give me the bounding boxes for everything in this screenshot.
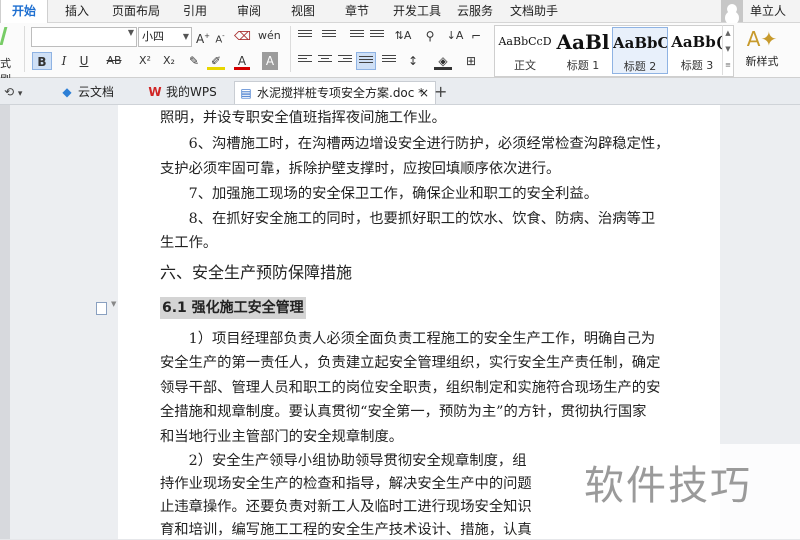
chevron-down-icon[interactable]: ▼: [128, 28, 134, 37]
user-name[interactable]: 单立人: [750, 0, 786, 22]
cloud-doc-icon: ◆: [62, 85, 72, 99]
section-heading: 六、安全生产预防保障措施: [160, 263, 353, 282]
subscript-icon[interactable]: X₂: [160, 52, 178, 70]
tab-page-layout[interactable]: 页面布局: [108, 0, 164, 22]
char-shading-icon[interactable]: A: [262, 52, 278, 70]
highlight-icon[interactable]: ✎: [186, 52, 202, 70]
chevron-down-icon[interactable]: ▼: [111, 300, 116, 308]
grow-font-icon[interactable]: A+: [195, 27, 211, 46]
style-heading-1[interactable]: AaBl 标题 1: [555, 27, 611, 74]
justify-icon[interactable]: [356, 52, 376, 70]
watermark: 软件技巧: [568, 444, 800, 539]
style-normal[interactable]: AaBbCcD 正文: [497, 27, 553, 74]
bold-icon[interactable]: B: [32, 52, 52, 70]
ribbon: 式刷 ▼ 小四 ▼ A+ A- ⌫ wén B I U AB X² X₂ ✎ ✐…: [0, 23, 800, 86]
sort-icon[interactable]: ↓A: [446, 27, 464, 45]
paragraph-layout-icon[interactable]: [96, 302, 107, 315]
format-painter-button[interactable]: 式刷: [0, 23, 20, 86]
paragraph-line: 7、加强施工现场的安全保卫工作，确保企业和职工的安全利益。: [160, 186, 598, 202]
increase-indent-icon[interactable]: [370, 30, 384, 42]
document-tab-bar: ⟲ ▾ ◆云文档 × W我的WPS ▤水泥搅拌桩专项安全方案.doc * × +: [0, 78, 800, 176]
paragraph-line: 6、沟槽施工时，在沟槽两边增设安全进行防护，必须经常检查沟辟稳定性，: [160, 136, 670, 152]
paragraph-line: 安全生产的第一责任人，负责建立起安全管理组织，实行安全生产责任制，确定: [160, 355, 661, 371]
paragraph-line: 8、在抓好安全施工的同时，也要抓好职工的饮水、饮食、防病、治病等卫: [160, 211, 656, 227]
align-left-icon[interactable]: [298, 55, 312, 67]
bullet-list-icon[interactable]: [298, 30, 312, 42]
strikethrough-icon[interactable]: AB: [104, 52, 124, 70]
avatar[interactable]: [721, 0, 743, 22]
tab-view[interactable]: 视图: [280, 0, 326, 22]
format-painter-icon: [0, 27, 20, 45]
numbered-list-icon[interactable]: [322, 30, 336, 42]
line-spacing-icon[interactable]: ↕: [404, 52, 422, 70]
font-size-value: 小四: [142, 30, 164, 43]
subsection-heading: 6.1 强化施工安全管理: [160, 297, 306, 319]
paragraph-line: 支护必须牢固可靠，拆除护壁支撑时，应按回填顺序依次进行。: [160, 161, 561, 177]
font-size-select[interactable]: 小四 ▼: [138, 27, 192, 47]
new-tab-button[interactable]: +: [434, 81, 447, 103]
tab-my-wps[interactable]: W 我的WPS: [148, 81, 216, 103]
left-ruler: [0, 105, 10, 539]
paragraph-line: 1）项目经理部负责人必须全面负责工程施工的安全生产工作，明确自己为: [160, 331, 656, 347]
paragraph-line: 生工作。: [160, 235, 218, 251]
shading-icon[interactable]: ◈: [434, 52, 452, 70]
shrink-font-icon[interactable]: A-: [212, 27, 228, 45]
tab-review[interactable]: 审阅: [226, 0, 272, 22]
superscript-icon[interactable]: X²: [136, 52, 154, 70]
tab-active-document[interactable]: ▤ 水泥搅拌桩专项安全方案.doc * ×: [234, 81, 436, 104]
styles-gallery: AaBbCcD 正文 AaBl 标题 1 AaBbC 标题 2 AaBb( 标题…: [494, 25, 734, 77]
chevron-down-icon[interactable]: ▼: [183, 28, 189, 46]
tab-developer[interactable]: 开发工具: [388, 0, 446, 22]
paragraph-line: 领导干部、管理人员和职工的岗位安全职责，组织制定和实施符合现场生产的安: [160, 380, 661, 396]
tab-cloud-docs[interactable]: ◆ 云文档: [60, 81, 114, 103]
decrease-indent-icon[interactable]: [350, 30, 364, 42]
align-right-icon[interactable]: [338, 55, 352, 67]
highlight-color-icon[interactable]: ✐: [207, 52, 225, 70]
menu-bar: 开始 插入 页面布局 引用 审阅 视图 章节 开发工具 云服务 文档助手 单立人: [0, 0, 800, 23]
style-heading-3[interactable]: AaBb( 标题 3: [669, 27, 725, 74]
paragraph-line: 照明，并设专职安全值班指挥夜间施工作业。: [160, 110, 446, 126]
font-color-icon[interactable]: A: [234, 52, 250, 70]
paragraph-line: 和当地行业主管部门的安全规章制度。: [160, 429, 404, 445]
paragraph-line: 2）安全生产领导小组协助领导贯彻安全规章制度，组: [160, 453, 527, 469]
divider: [290, 26, 291, 72]
align-center-icon[interactable]: [318, 55, 332, 67]
tab-cloud-service[interactable]: 云服务: [452, 0, 498, 22]
font-name-select[interactable]: ▼: [31, 27, 137, 47]
tab-insert[interactable]: 插入: [54, 0, 100, 22]
distribute-icon[interactable]: [382, 55, 396, 67]
divider: [24, 26, 25, 72]
tab-references[interactable]: 引用: [172, 0, 218, 22]
new-style-icon: A✦: [746, 27, 778, 51]
style-heading-2[interactable]: AaBbC 标题 2: [612, 27, 668, 74]
close-icon[interactable]: ×: [419, 82, 429, 104]
clear-format-icon[interactable]: ⌫: [234, 27, 251, 45]
italic-icon[interactable]: I: [56, 52, 72, 70]
pinyin-icon[interactable]: wén: [258, 27, 281, 45]
word-doc-icon: ▤: [240, 86, 252, 100]
borders-icon[interactable]: ⊞: [462, 52, 480, 70]
quick-access[interactable]: ⟲ ▾: [4, 81, 40, 103]
show-marks-icon[interactable]: ⌐: [468, 27, 484, 45]
new-style-button[interactable]: A✦ 新样式: [737, 25, 787, 75]
paragraph-line: 育和培训，编写施工工程的安全生产技术设计、措施，认真: [160, 522, 532, 538]
chinese-layout-icon[interactable]: ⚲: [422, 27, 438, 45]
wps-logo-icon: W: [148, 85, 162, 99]
styles-scroll[interactable]: ▲ ▼ ≡: [722, 25, 733, 75]
paragraph-line: 全措施和规章制度。要认真贯彻“安全第一，预防为主”的方针，贯彻执行国家: [160, 404, 647, 420]
underline-icon[interactable]: U: [76, 52, 92, 70]
tab-doc-assistant[interactable]: 文档助手: [504, 0, 564, 22]
paragraph-line: 持作业现场安全生产的检查和指导，解决安全生产中的问题: [160, 476, 532, 492]
tab-chapter[interactable]: 章节: [334, 0, 380, 22]
tab-home[interactable]: 开始: [0, 0, 48, 23]
text-direction-icon[interactable]: ⇅A: [392, 27, 414, 45]
paragraph-line: 止违章操作。还要负责对新工人及临时工进行现场安全知识: [160, 499, 532, 515]
